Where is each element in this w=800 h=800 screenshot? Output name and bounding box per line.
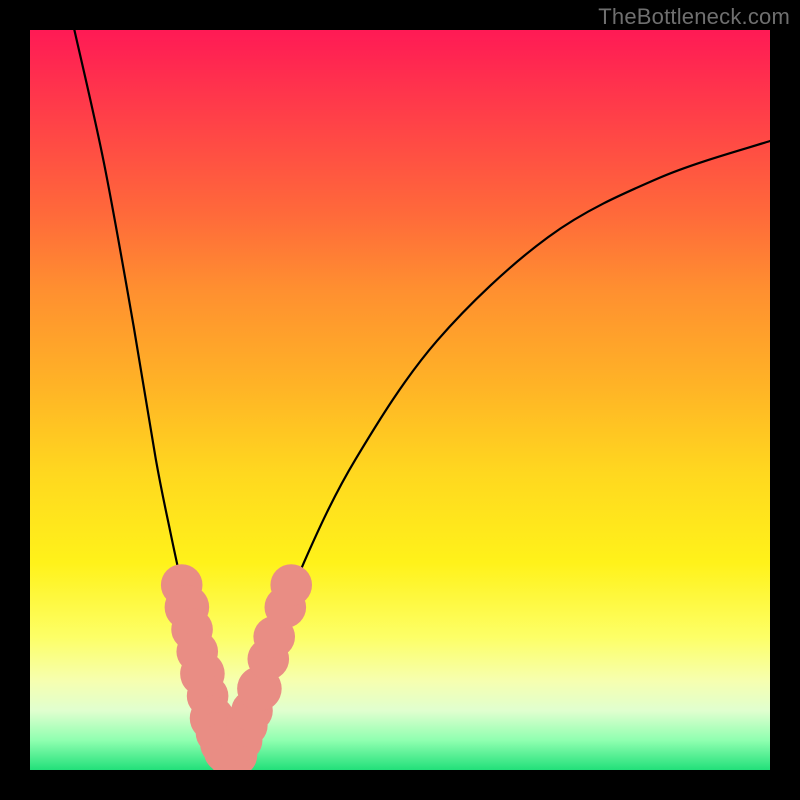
- curve-svg: [30, 30, 770, 770]
- watermark-text: TheBottleneck.com: [598, 4, 790, 30]
- curve-right-arm: [230, 141, 770, 763]
- chart-frame: TheBottleneck.com: [0, 0, 800, 800]
- highlight-markers: [161, 564, 312, 770]
- plot-area: [30, 30, 770, 770]
- marker-dot: [270, 564, 312, 606]
